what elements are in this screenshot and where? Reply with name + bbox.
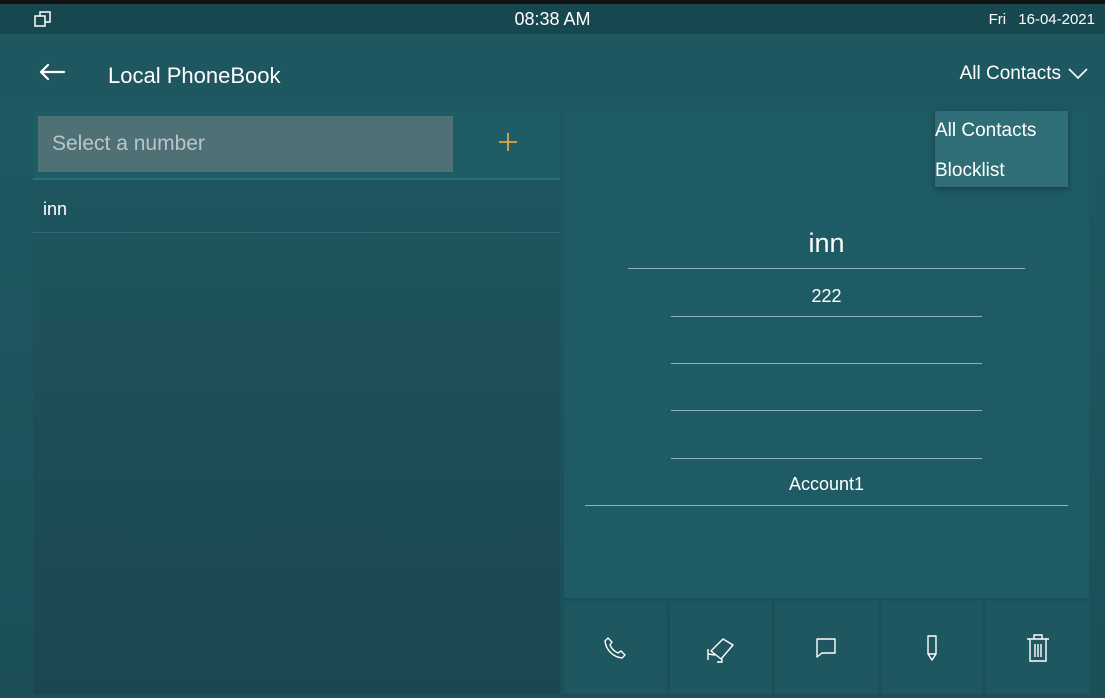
delete-button[interactable] [986,601,1089,694]
header-bar: Local PhoneBook All Contacts [0,34,1105,102]
filter-option-all-contacts[interactable]: All Contacts [935,120,1068,146]
camera-icon [707,637,734,663]
contact-list-panel: inn [33,112,560,694]
detail-account: Account1 [788,474,865,494]
clock-time: 08:38 AM [514,9,591,29]
plus-icon[interactable] [496,130,520,154]
divider [671,458,982,459]
divider [671,363,982,364]
search-row [33,112,560,180]
status-bar: 08:38 AM Fri 16-04-2021 [0,4,1105,34]
filter-option-blocklist[interactable]: Blocklist [935,160,1068,186]
phone-icon [604,636,626,659]
edit-button[interactable] [880,601,984,694]
filter-menu: All Contacts Blocklist [935,111,1068,187]
contact-name: inn [43,199,68,219]
status-date: Fri 16-04-2021 [981,11,1095,28]
detail-phone-number: 222 [811,286,842,306]
pencil-icon [927,634,937,661]
call-button[interactable] [564,601,667,694]
video-call-button[interactable] [669,601,773,694]
detail-contact-name: inn [808,228,845,258]
divider [671,410,982,411]
divider [585,505,1068,506]
divider [671,316,982,317]
bottom-border [0,694,1105,698]
contacts-filter-dropdown[interactable]: All Contacts [960,63,1089,85]
back-arrow-icon[interactable] [38,62,66,82]
status-date-value: 16-04-2021 [1018,11,1095,28]
message-button[interactable] [775,601,878,694]
message-icon [816,637,837,658]
divider [628,268,1025,269]
chevron-down-icon [1068,68,1088,80]
status-day: Fri [988,11,1007,28]
number-search-input[interactable] [38,116,453,172]
filter-label: All Contacts [959,63,1061,84]
page-title: Local PhoneBook [108,63,281,88]
trash-icon [1026,633,1049,662]
action-bar [564,601,1089,694]
contact-list-item[interactable]: inn [33,182,560,233]
